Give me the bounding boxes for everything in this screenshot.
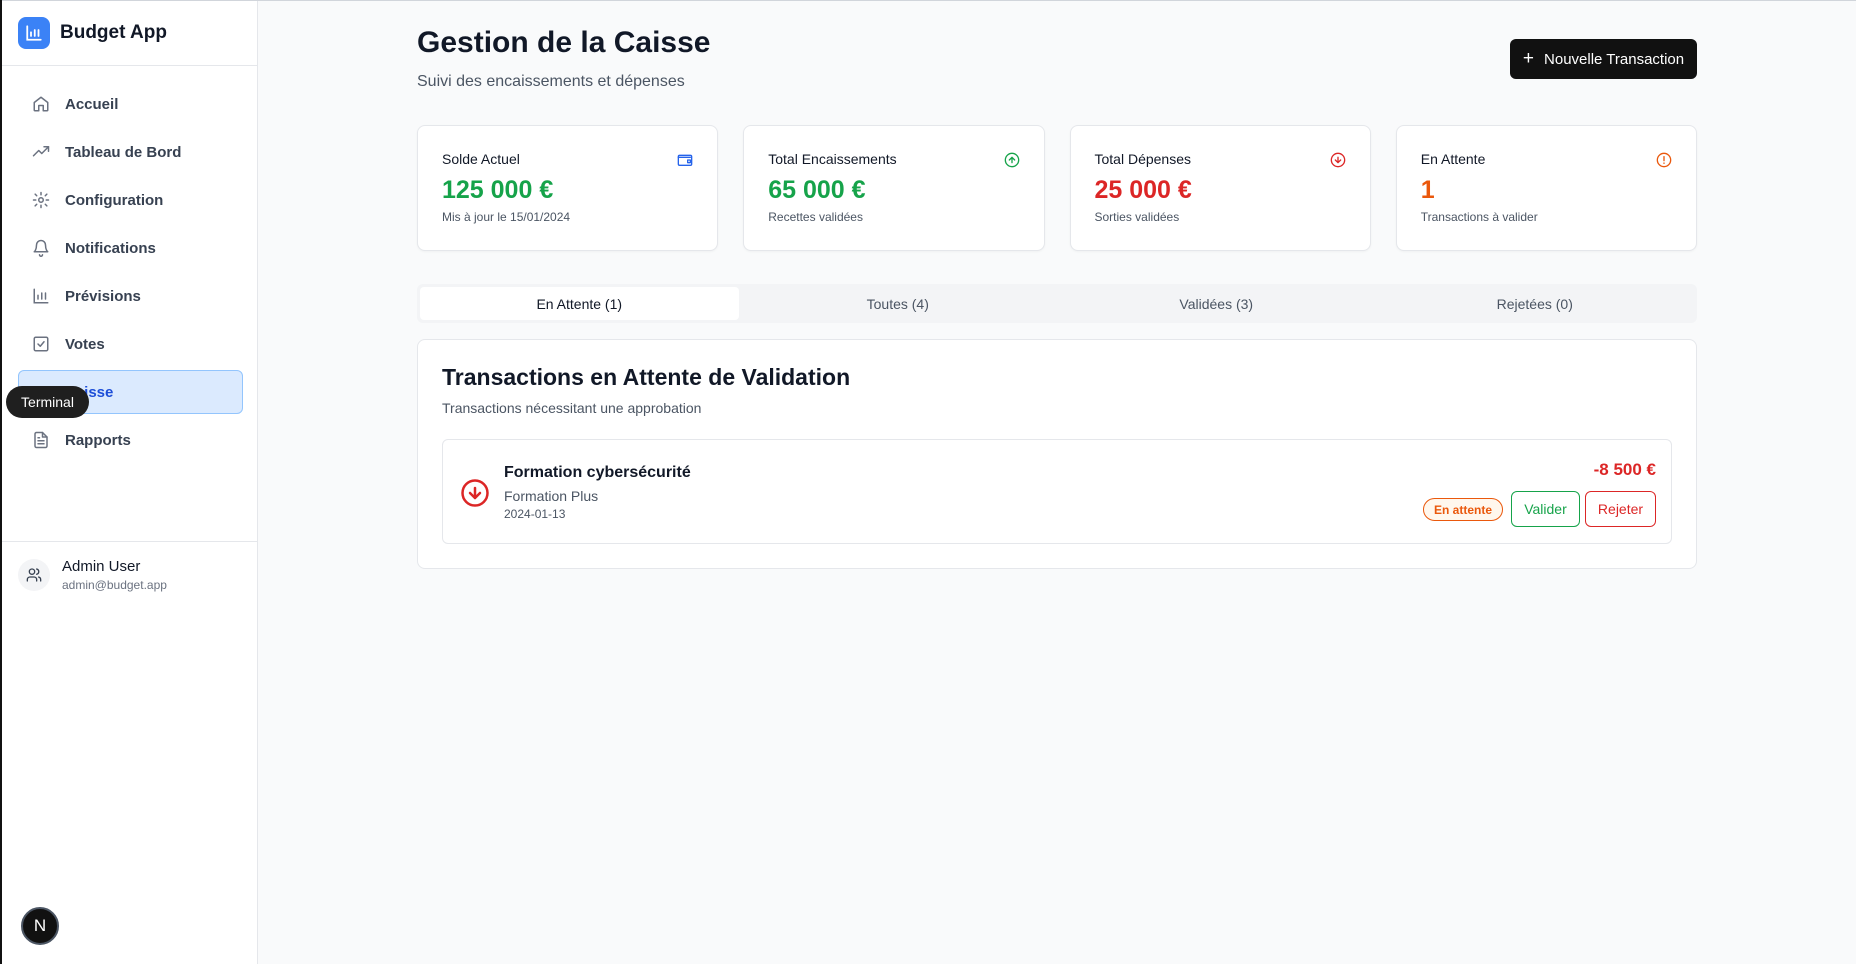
user-name: Admin User <box>62 558 141 575</box>
stat-card-solde: Solde Actuel 125 000 € Mis à jour le 15/… <box>417 125 719 251</box>
panel-description: Transactions nécessitant une approbation <box>442 400 702 416</box>
transaction-category: Formation Plus <box>504 488 599 504</box>
new-transaction-button[interactable]: + Nouvelle Transaction <box>1510 39 1697 79</box>
tab-toutes[interactable]: Toutes (4) <box>739 287 1058 320</box>
sidebar-item-label: Accueil <box>65 95 119 113</box>
alert-circle-icon <box>1656 152 1672 168</box>
arrow-up-circle-icon <box>1004 152 1020 168</box>
validate-button[interactable]: Valider <box>1511 491 1580 527</box>
tab-rejetees[interactable]: Rejetées (0) <box>1376 287 1695 320</box>
arrow-down-circle-icon <box>1330 152 1346 168</box>
transaction-tabs: En Attente (1) Toutes (4) Validées (3) R… <box>417 284 1697 323</box>
window-top-border <box>0 0 1856 1</box>
home-icon <box>32 95 50 113</box>
stats-cards: Solde Actuel 125 000 € Mis à jour le 15/… <box>417 125 1697 251</box>
arrow-down-circle-icon <box>460 478 490 508</box>
stat-sub: Recettes validées <box>768 210 863 224</box>
sidebar-item-label: Tableau de Bord <box>65 143 182 161</box>
user-email: admin@budget.app <box>62 578 167 592</box>
transaction-date: 2024-01-13 <box>504 507 566 521</box>
sidebar-item-notifications[interactable]: Notifications <box>18 226 243 270</box>
sidebar-item-rapports[interactable]: Rapports <box>18 418 243 462</box>
page-subtitle: Suivi des encaissements et dépenses <box>417 73 685 90</box>
sidebar-nav: Accueil Tableau de Bord Configuration No… <box>2 66 257 542</box>
stat-label: Solde Actuel <box>442 151 520 167</box>
dev-tools-badge[interactable]: N <box>21 907 59 945</box>
check-square-icon <box>32 335 50 353</box>
new-transaction-label: Nouvelle Transaction <box>1544 50 1685 68</box>
stat-card-en-attente: En Attente 1 Transactions à valider <box>1395 125 1697 251</box>
transaction-row: Formation cybersécurité Formation Plus 2… <box>442 439 1672 544</box>
sidebar-item-votes[interactable]: Votes <box>18 322 243 366</box>
sidebar-item-accueil[interactable]: Accueil <box>18 82 243 126</box>
sidebar-item-previsions[interactable]: Prévisions <box>18 274 243 318</box>
transaction-name: Formation cybersécurité <box>504 464 691 481</box>
app-name: Budget App <box>60 22 167 43</box>
user-profile[interactable]: Admin User admin@budget.app <box>2 542 257 608</box>
stat-card-depenses: Total Dépenses 25 000 € Sorties validées <box>1069 125 1371 251</box>
stat-label: En Attente <box>1420 151 1486 167</box>
trending-up-icon <box>32 143 50 161</box>
sidebar-item-tableau-de-bord[interactable]: Tableau de Bord <box>18 130 243 174</box>
panel-title: Transactions en Attente de Validation <box>442 364 851 390</box>
tab-en-attente[interactable]: En Attente (1) <box>420 287 739 320</box>
plus-icon: + <box>1522 48 1535 69</box>
sidebar-item-label: Prévisions <box>65 287 141 305</box>
transaction-amount: -8 500 € <box>1593 460 1656 479</box>
stat-sub: Mis à jour le 15/01/2024 <box>442 210 571 224</box>
page-title: Gestion de la Caisse <box>417 26 711 59</box>
wallet-icon <box>677 152 693 168</box>
bar-chart-icon <box>18 17 50 49</box>
sidebar-item-configuration[interactable]: Configuration <box>18 178 243 222</box>
brand[interactable]: Budget App <box>2 1 257 66</box>
avatar <box>18 559 50 591</box>
stat-value: 1 <box>1420 176 1435 204</box>
file-text-icon <box>32 431 50 449</box>
users-icon <box>26 568 42 582</box>
stat-label: Total Dépenses <box>1094 151 1192 167</box>
sidebar-item-label: Configuration <box>65 191 164 209</box>
stat-card-encaissements: Total Encaissements 65 000 € Recettes va… <box>743 125 1045 251</box>
bar-chart-icon <box>32 287 50 305</box>
stat-label: Total Encaissements <box>768 151 897 167</box>
stat-sub: Transactions à valider <box>1420 210 1538 224</box>
sidebar-item-label: Notifications <box>65 239 156 257</box>
pending-transactions-panel: Transactions en Attente de Validation Tr… <box>417 339 1697 569</box>
tab-validees[interactable]: Validées (3) <box>1057 287 1376 320</box>
bell-icon <box>32 239 50 257</box>
sidebar: Budget App Accueil Tableau de Bord Confi… <box>2 1 258 964</box>
stat-value: 125 000 € <box>442 176 554 204</box>
status-badge: En attente <box>1422 498 1503 521</box>
terminal-tooltip: Terminal <box>6 386 89 418</box>
stat-sub: Sorties validées <box>1094 210 1180 224</box>
stat-value: 65 000 € <box>768 176 866 204</box>
gear-icon <box>32 191 50 209</box>
user-info: Admin User admin@budget.app <box>62 558 167 592</box>
sidebar-item-label: Votes <box>65 335 105 353</box>
stat-value: 25 000 € <box>1094 176 1192 204</box>
reject-button[interactable]: Rejeter <box>1585 491 1656 527</box>
sidebar-item-label: Rapports <box>65 431 131 449</box>
